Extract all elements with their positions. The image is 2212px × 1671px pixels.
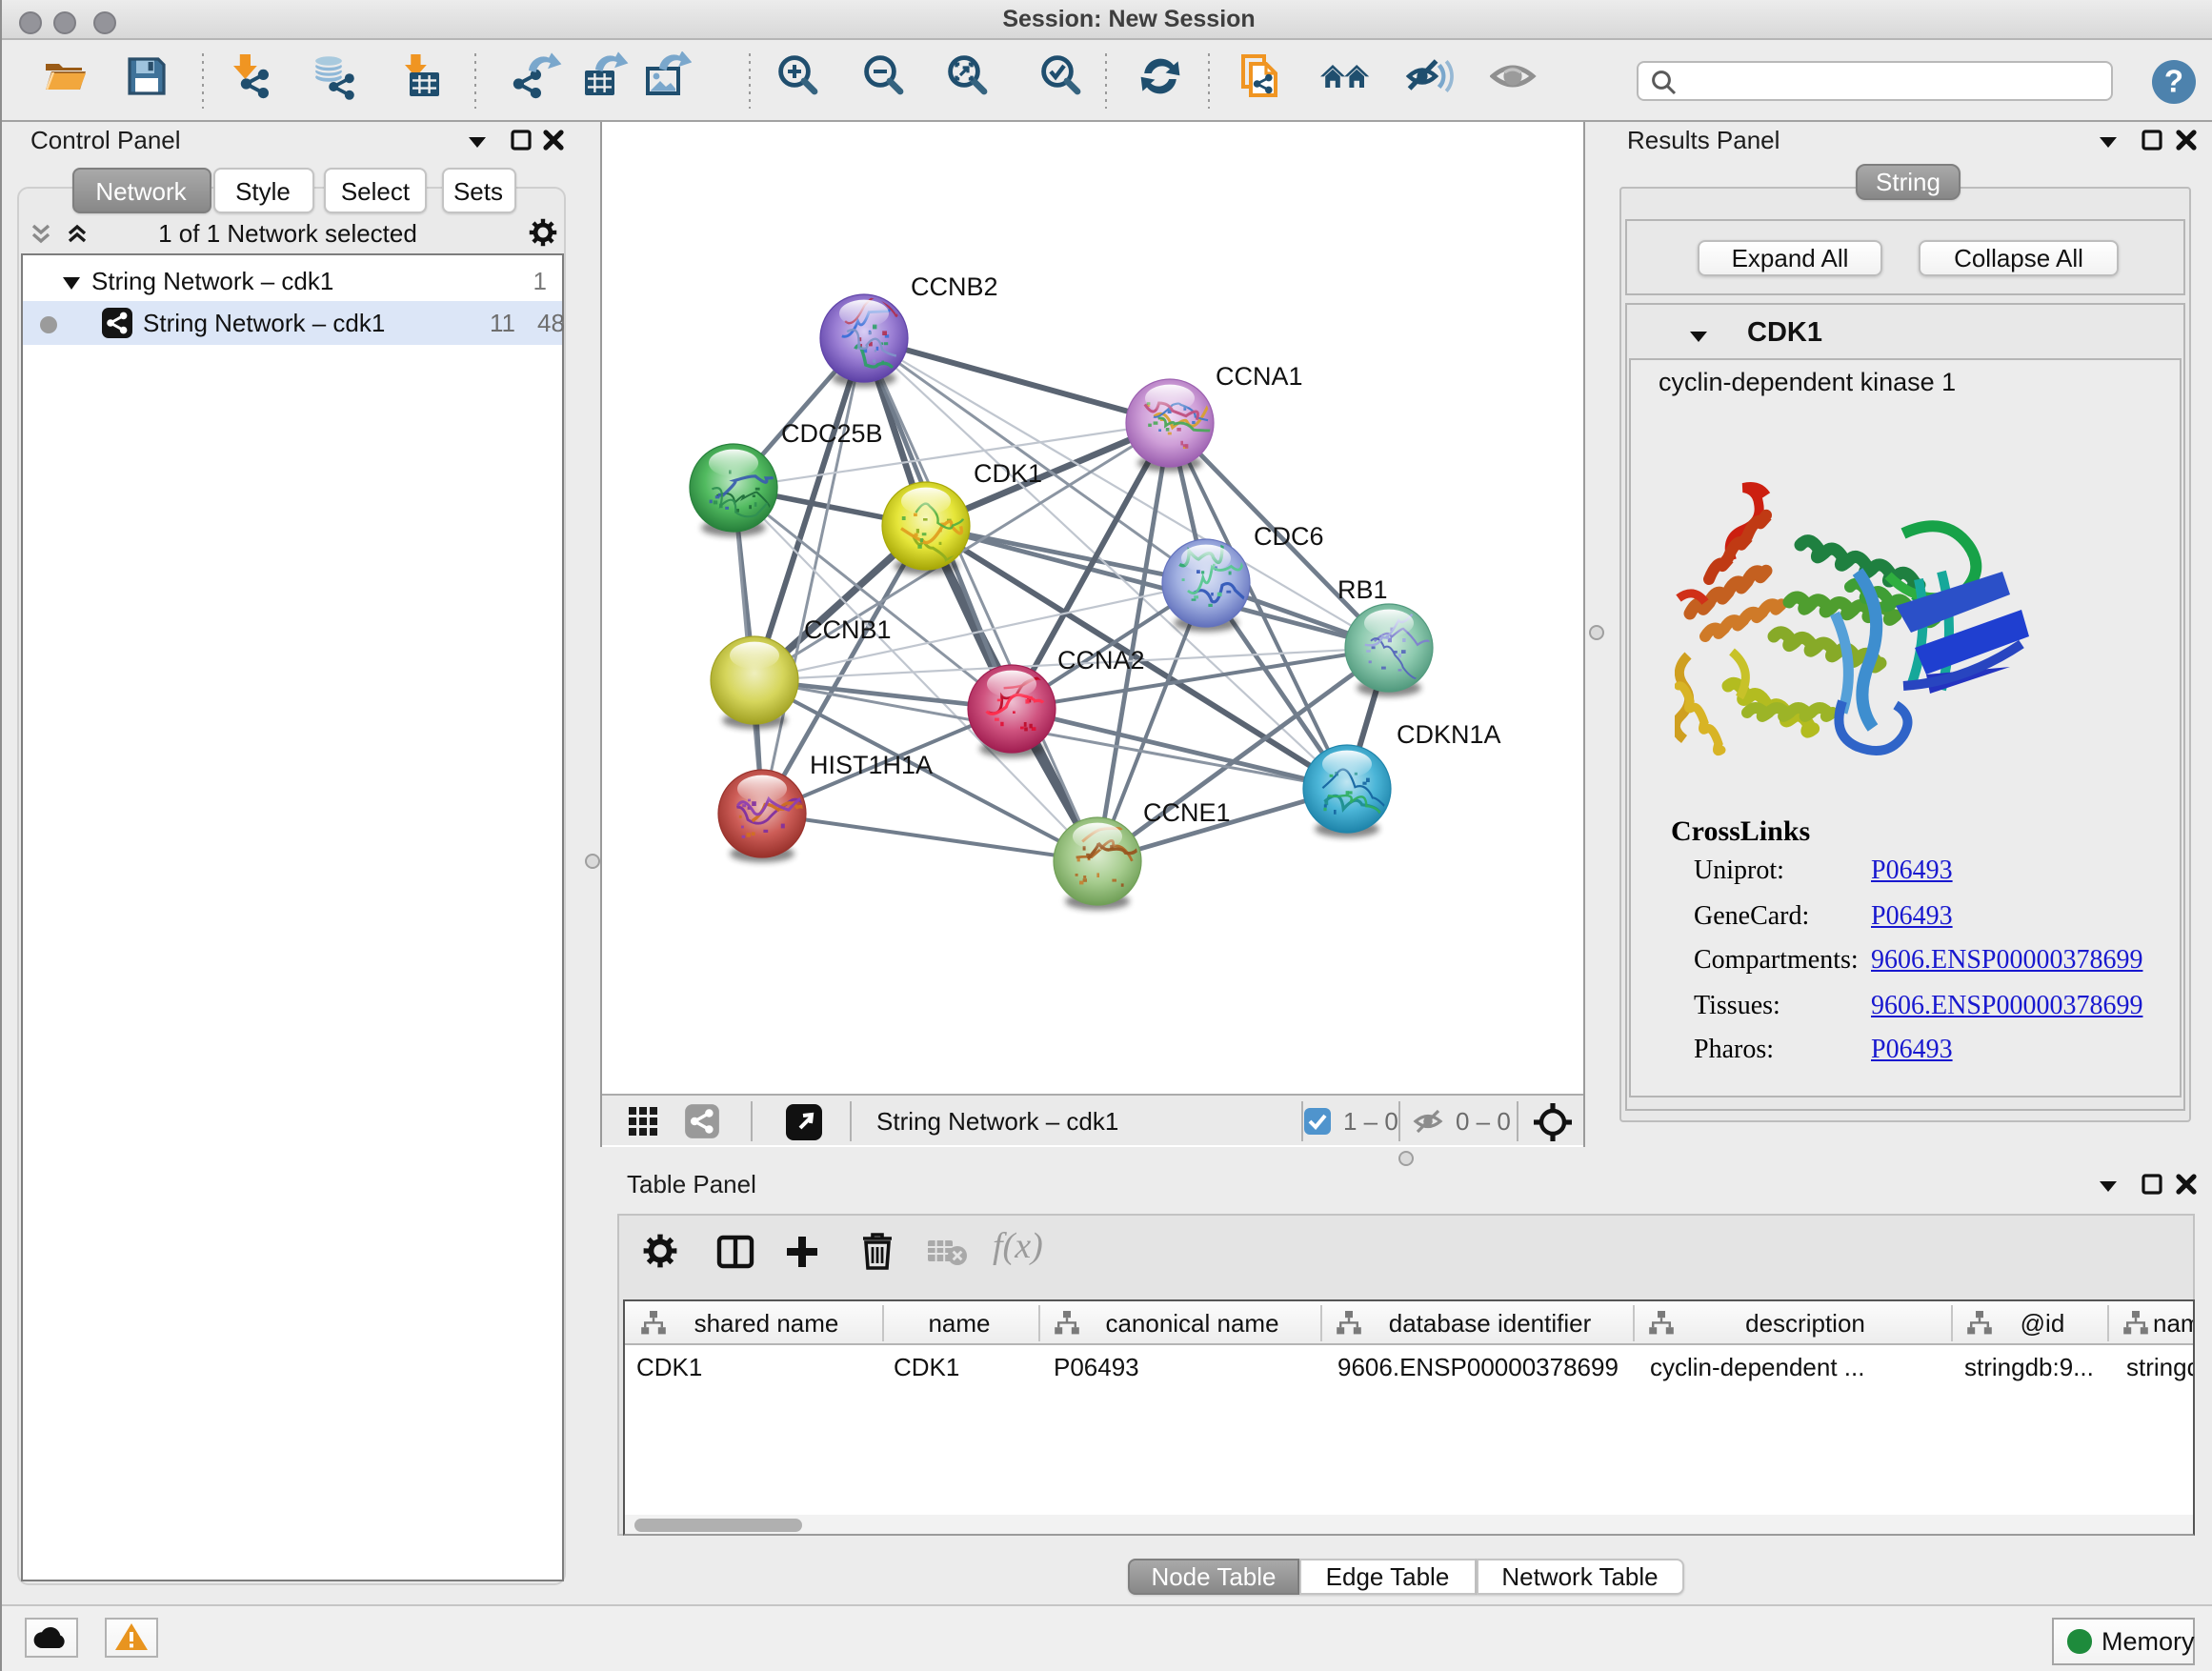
svg-text:CCNE1: CCNE1 xyxy=(1143,798,1231,827)
svg-text:CCNB2: CCNB2 xyxy=(911,272,998,301)
svg-text:CCNA1: CCNA1 xyxy=(1216,362,1303,391)
svg-text:?: ? xyxy=(2163,62,2182,97)
svg-text:RB1: RB1 xyxy=(1337,575,1388,604)
svg-text:HIST1H1A: HIST1H1A xyxy=(810,751,933,779)
svg-text:CDKN1A: CDKN1A xyxy=(1397,720,1501,749)
svg-text:CDC6: CDC6 xyxy=(1254,522,1324,551)
svg-text:CDK1: CDK1 xyxy=(974,459,1042,488)
svg-text:CCNB1: CCNB1 xyxy=(804,615,892,644)
svg-text:CDC25B: CDC25B xyxy=(781,419,883,448)
svg-text:CCNA2: CCNA2 xyxy=(1057,646,1145,674)
